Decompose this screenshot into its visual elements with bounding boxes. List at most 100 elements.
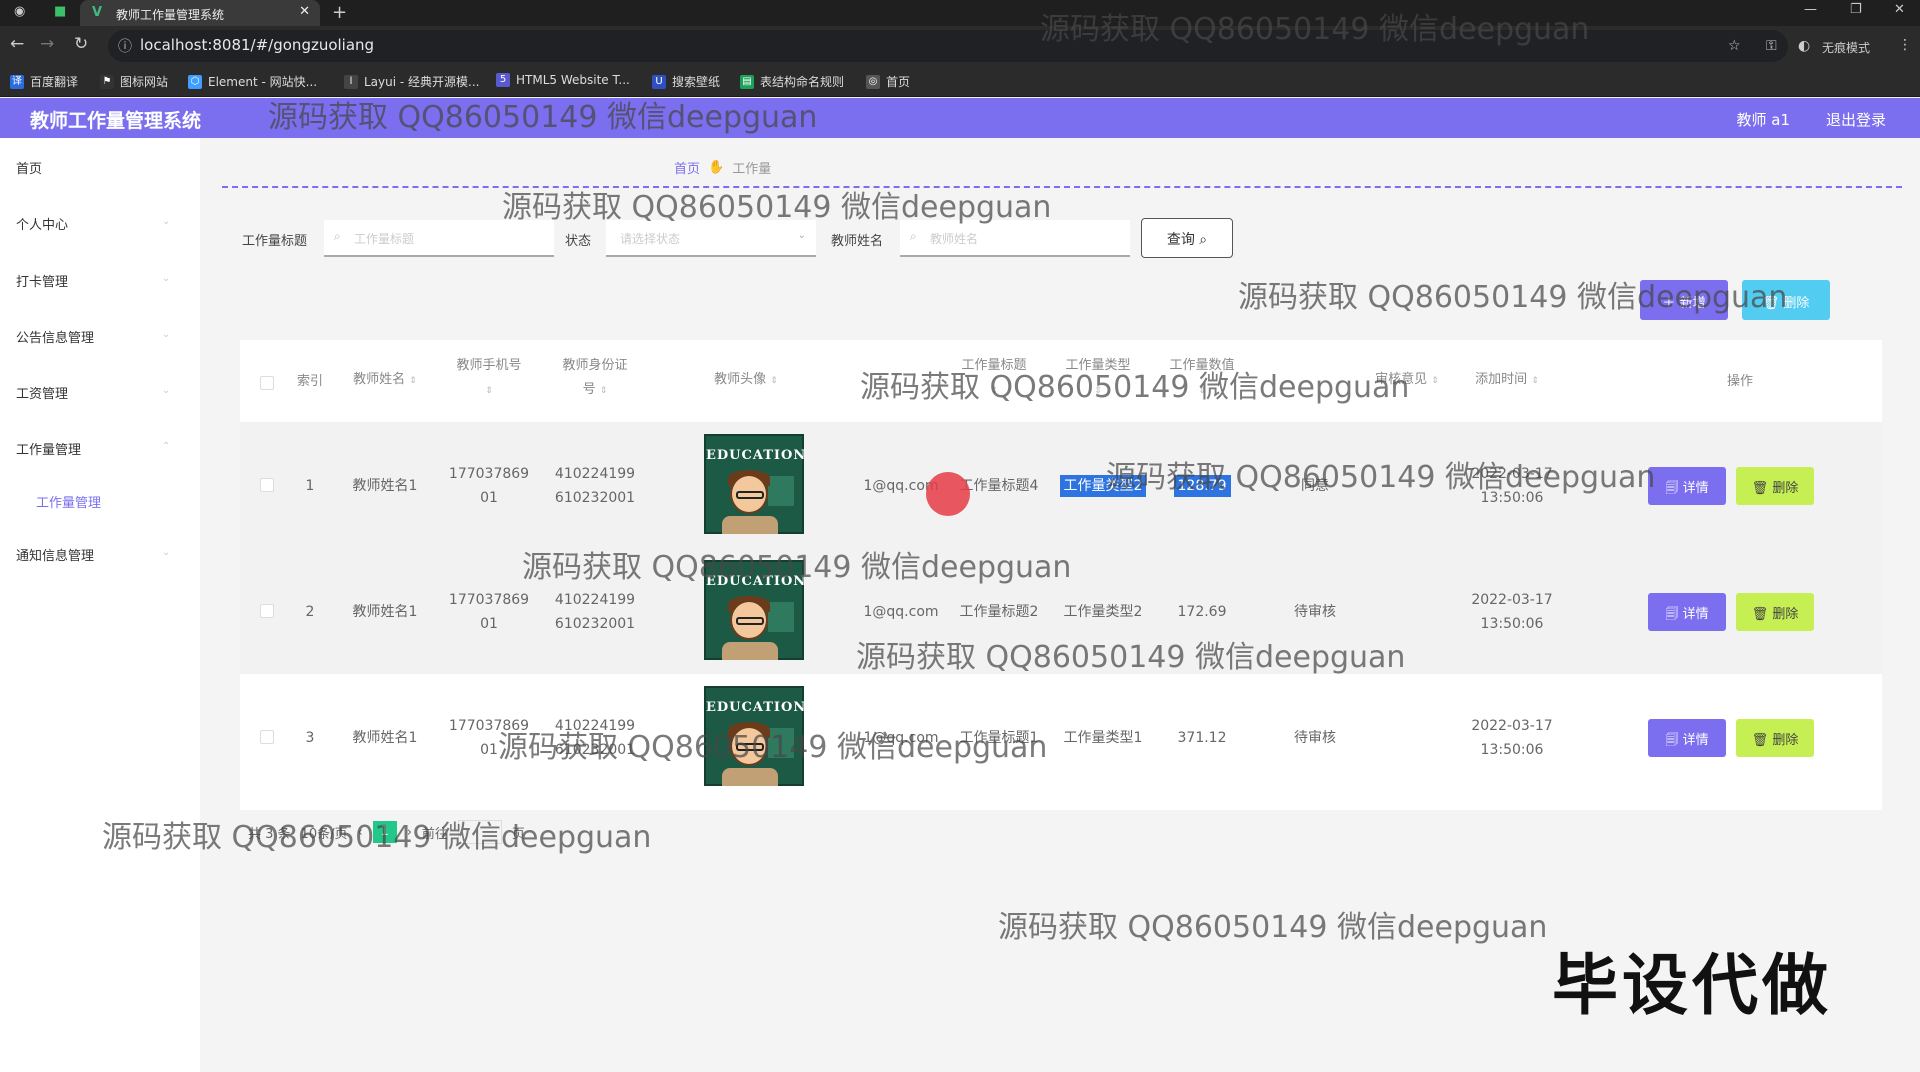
table-icon: ▤ xyxy=(740,74,754,89)
query-button[interactable]: 查询 ⌕ xyxy=(1141,218,1233,258)
minimize-icon[interactable]: — xyxy=(1804,2,1817,17)
sort-icon: ⇕ xyxy=(1431,376,1439,386)
bookmark-item[interactable]: ◎ 首页 xyxy=(866,73,910,90)
page-size-select[interactable]: 10条/页 xyxy=(301,823,348,842)
divider xyxy=(222,186,1902,188)
browser-tab-active[interactable]: V 教师工作量管理系统 ✕ xyxy=(80,0,320,26)
sort-icon: ⇕ xyxy=(770,376,778,386)
cell-value: 128.79 xyxy=(1162,474,1242,498)
cell-type: 工作量类型2 xyxy=(1063,604,1143,620)
sidebar-item-profile[interactable]: 个人中心 xyxy=(16,214,68,233)
address-bar[interactable]: ⓘ localhost:8081/#/gongzuoliang xyxy=(108,30,1788,62)
prev-page-icon[interactable]: ‹ xyxy=(357,825,362,840)
delete-button[interactable]: 🗑 删除 xyxy=(1736,719,1814,757)
row-checkbox[interactable] xyxy=(260,478,274,492)
cell-email: 1@qq.com xyxy=(863,730,939,746)
row-checkbox[interactable] xyxy=(260,604,274,618)
header-type[interactable]: 工作量类型 ⇕ xyxy=(1058,354,1138,403)
profile-label[interactable]: 无痕模式 xyxy=(1822,39,1870,56)
bookmark-item[interactable]: 译百度翻译 xyxy=(10,73,78,90)
bookmark-item[interactable]: ⬡ Element - 网站快... xyxy=(188,73,317,90)
sort-icon: ⇕ xyxy=(485,386,493,396)
header-operations: 操作 xyxy=(1726,374,1753,389)
bookmark-item[interactable]: 5 HTML5 Website T... xyxy=(496,73,630,87)
cell-phone: 177037869 01 xyxy=(448,592,530,632)
cell-name: 教师姓名1 xyxy=(352,478,418,494)
header-value[interactable]: 工作量数值 ⇕ xyxy=(1162,354,1242,403)
pagination-total: 共 3 条 xyxy=(248,826,291,842)
detail-button[interactable]: 🗐 详情 xyxy=(1648,719,1726,757)
sidebar-item-notification[interactable]: 通知信息管理 xyxy=(16,545,94,564)
status-select[interactable]: 请选择状态 ⌄ xyxy=(606,220,816,257)
sidebar-item-attendance[interactable]: 打卡管理 xyxy=(16,271,68,290)
cell-idcard: 410224199 610232001 xyxy=(554,466,636,506)
cell-review: 待审核 xyxy=(1294,604,1336,620)
bookmark-item[interactable]: ⚑ 图标网站 xyxy=(100,73,168,90)
header-name[interactable]: 教师姓名 ⇕ xyxy=(340,368,430,393)
cell-idcard: 410224199 610232001 xyxy=(554,718,636,758)
page-unit-label: 页 xyxy=(511,826,525,842)
header-added[interactable]: 添加时间 ⇕ xyxy=(1462,368,1552,393)
chevron-down-icon: ⌄ xyxy=(162,385,171,396)
tab-group-icon[interactable]: ■ xyxy=(54,4,66,19)
back-icon[interactable]: ← xyxy=(10,34,24,54)
teacher-avatar-image: EDUCATION xyxy=(704,686,805,786)
tab-title: 教师工作量管理系统 xyxy=(116,8,225,22)
next-page-icon[interactable]: › xyxy=(407,825,412,840)
breadcrumb: 首页 ✋ 工作量 xyxy=(674,158,771,177)
workload-table: 索引 教师姓名 ⇕ 教师手机号 ⇕ 教师身份证号 ⇕ 教师头像 ⇕ 工作量标题 ⇕ … xyxy=(240,340,1882,810)
header-avatar[interactable]: 教师头像 ⇕ xyxy=(696,368,796,393)
forward-icon[interactable]: → xyxy=(40,34,54,54)
bookmark-item[interactable]: l Layui - 经典开源模... xyxy=(344,73,479,90)
sort-icon: ⇕ xyxy=(1094,386,1102,396)
incognito-icon: ◐ xyxy=(1798,38,1811,54)
header-review[interactable]: 审核意见 ⇕ xyxy=(1362,368,1452,393)
page-number-current[interactable]: 1 xyxy=(372,821,397,843)
sidebar-item-salary[interactable]: 工资管理 xyxy=(16,383,68,402)
app-title: 教师工作量管理系统 xyxy=(30,110,202,132)
sort-icon: ⇕ xyxy=(1198,386,1206,396)
sidebar-item-workload[interactable]: 工作量管理 xyxy=(16,439,81,458)
teacher-search-input[interactable]: ⌕ 教师姓名 xyxy=(900,220,1130,257)
key-icon[interactable]: ⚿ xyxy=(1766,38,1777,54)
bookmark-star-icon[interactable]: ☆ xyxy=(1728,38,1741,54)
header-title[interactable]: 工作量标题 ⇕ xyxy=(954,354,1034,403)
table-row: 2 教师姓名1 177037869 01 410224199 610232001 E… xyxy=(240,548,1882,674)
search-icon: ⌕ xyxy=(1199,232,1208,248)
reload-icon[interactable]: ↻ xyxy=(74,34,88,54)
detail-button[interactable]: 🗐 详情 xyxy=(1648,467,1726,505)
select-all-checkbox[interactable] xyxy=(260,376,274,390)
goto-page-input[interactable] xyxy=(457,820,502,844)
sidebar-subitem-workload[interactable]: 工作量管理 xyxy=(36,492,101,511)
bookmark-item[interactable]: ▤ 表结构命名规则 xyxy=(740,73,844,90)
cell-index: 2 xyxy=(305,604,315,620)
sidebar-item-notice[interactable]: 公告信息管理 xyxy=(16,327,94,346)
goto-label: 前往 xyxy=(421,826,448,842)
title-search-input[interactable]: ⌕ 工作量标题 xyxy=(324,220,554,257)
bookmark-item[interactable]: U 搜索壁纸 xyxy=(652,73,720,90)
header-phone[interactable]: 教师手机号 ⇕ xyxy=(454,354,524,403)
cell-added: 2022-03-17 13:50:06 xyxy=(1471,466,1553,506)
logout-link[interactable]: 退出登录 xyxy=(1826,109,1886,130)
window-close-icon[interactable]: ✕ xyxy=(1894,2,1905,17)
doc-icon: 🗐 xyxy=(1665,481,1679,496)
watermark: 源码获取 QQ86050149 微信deepguan xyxy=(998,910,1548,945)
breadcrumb-home[interactable]: 首页 xyxy=(674,158,700,177)
delete-button[interactable]: 🗑 删除 xyxy=(1736,593,1814,631)
header-idcard[interactable]: 教师身份证号 ⇕ xyxy=(550,354,640,403)
table-row: 3 教师姓名1 177037869 01 410224199 610232001 E… xyxy=(240,674,1882,800)
batch-delete-button[interactable]: 🗑 删除 xyxy=(1742,280,1830,320)
detail-button[interactable]: 🗐 详情 xyxy=(1648,593,1726,631)
add-button[interactable]: ＋ 新增 xyxy=(1640,280,1728,320)
breadcrumb-current: 工作量 xyxy=(732,162,772,177)
delete-button[interactable]: 🗑 删除 xyxy=(1736,467,1814,505)
menu-icon[interactable]: ⋮ xyxy=(1898,37,1912,53)
chevron-down-icon: ⌄ xyxy=(162,216,171,227)
close-tab-icon[interactable]: ✕ xyxy=(299,4,310,19)
sidebar-item-home[interactable]: 首页 xyxy=(16,158,42,177)
cell-value: 371.12 xyxy=(1177,730,1227,746)
restore-icon[interactable]: ❐ xyxy=(1850,2,1862,17)
row-checkbox[interactable] xyxy=(260,730,274,744)
new-tab-icon[interactable]: + xyxy=(332,2,347,23)
trash-icon: 🗑 xyxy=(1751,481,1769,496)
